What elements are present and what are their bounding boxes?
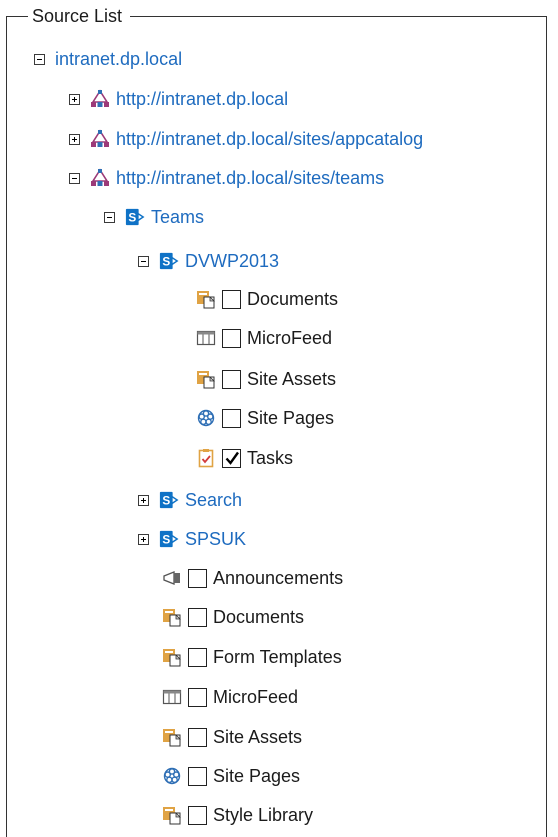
list-icon	[162, 687, 182, 707]
svg-text:S: S	[128, 211, 136, 225]
list-item-label: Site Pages	[247, 407, 335, 428]
expand-toggle-icon[interactable]	[138, 533, 149, 545]
list-item-label: Site Assets	[247, 368, 337, 389]
list-item-label: MicroFeed	[213, 686, 299, 707]
list-item-site-pages[interactable]: Site Pages	[196, 403, 334, 433]
checkmark-icon	[225, 451, 239, 465]
tree-node-label[interactable]: intranet.dp.local	[55, 49, 182, 70]
tree-node-label[interactable]: Teams	[151, 207, 204, 228]
list-item-label: Site Pages	[213, 765, 301, 786]
list-item-microfeed[interactable]: MicroFeed	[196, 323, 332, 353]
list-item-form-templates[interactable]: Form Templates	[162, 642, 342, 672]
list-item-label: Site Assets	[213, 726, 303, 747]
expand-toggle-icon[interactable]	[69, 93, 80, 105]
collapse-toggle-icon[interactable]	[104, 211, 115, 223]
list-checkbox[interactable]	[222, 328, 241, 348]
fieldset-border-left	[6, 16, 7, 837]
list-item-label: Tasks	[247, 447, 294, 468]
list-checkbox[interactable]	[188, 647, 207, 667]
document-library-icon	[162, 647, 182, 667]
tree-node-site-search[interactable]: S Search	[138, 485, 242, 515]
list-checkbox[interactable]	[188, 766, 207, 786]
sharepoint-site-icon: S	[125, 207, 145, 227]
list-item-label: Style Library	[213, 804, 314, 825]
tree-node-label[interactable]: DVWP2013	[185, 251, 279, 272]
sharepoint-site-icon: S	[159, 251, 179, 271]
list-checkbox[interactable]	[222, 289, 241, 309]
list-item-label: MicroFeed	[247, 327, 333, 348]
site-collection-icon	[90, 168, 110, 188]
tree-node-site-teams[interactable]: S Teams	[104, 202, 204, 232]
document-library-icon	[162, 607, 182, 627]
fieldset-border-top-left	[6, 16, 28, 17]
tasks-icon	[196, 448, 216, 468]
svg-text:S: S	[162, 494, 170, 508]
list-item-site-assets[interactable]: Site Assets	[162, 722, 302, 752]
list-icon	[196, 328, 216, 348]
list-item-site-pages[interactable]: Site Pages	[162, 761, 300, 791]
list-item-label: Documents	[213, 606, 305, 627]
tree-node-label[interactable]: Search	[185, 490, 242, 511]
list-checkbox[interactable]	[222, 369, 241, 389]
fieldset-border-right	[546, 16, 547, 837]
list-checkbox[interactable]	[188, 687, 207, 707]
list-checkbox[interactable]	[188, 607, 207, 627]
wiki-pages-icon	[162, 766, 182, 786]
sharepoint-site-icon: S	[159, 490, 179, 510]
tree-node-site-spsuk[interactable]: S SPSUK	[138, 524, 246, 554]
document-library-icon	[196, 369, 216, 389]
svg-text:S: S	[162, 255, 170, 269]
tree-node-label[interactable]: http://intranet.dp.local/sites/appcatalo…	[116, 129, 423, 150]
source-list-fieldset: Source List intranet.dp.local http://int…	[0, 0, 558, 837]
tree-node-label[interactable]: SPSUK	[185, 529, 246, 550]
collapse-toggle-icon[interactable]	[69, 172, 80, 184]
tree-node-webapp-appcatalog[interactable]: http://intranet.dp.local/sites/appcatalo…	[69, 124, 423, 154]
list-checkbox[interactable]	[222, 408, 241, 428]
tree-node-webapp-root[interactable]: http://intranet.dp.local	[69, 84, 288, 114]
list-checkbox[interactable]	[188, 568, 207, 588]
list-item-site-assets[interactable]: Site Assets	[196, 364, 336, 394]
list-item-documents[interactable]: Documents	[162, 602, 304, 632]
list-item-label: Form Templates	[213, 646, 342, 667]
expand-toggle-icon[interactable]	[69, 133, 80, 145]
fieldset-border-top-right	[130, 16, 546, 17]
list-item-announcements[interactable]: Announcements	[162, 563, 343, 593]
announcements-icon	[162, 568, 182, 588]
tree-node-site-dvwp2013[interactable]: S DVWP2013	[138, 246, 279, 276]
site-collection-icon	[90, 129, 110, 149]
document-library-icon	[162, 727, 182, 747]
list-checkbox[interactable]	[188, 727, 207, 747]
tree-node-label[interactable]: http://intranet.dp.local/sites/teams	[116, 168, 384, 189]
list-item-microfeed[interactable]: MicroFeed	[162, 682, 298, 712]
list-item-tasks[interactable]: Tasks	[196, 443, 293, 473]
wiki-pages-icon	[196, 408, 216, 428]
sharepoint-site-icon: S	[159, 529, 179, 549]
collapse-toggle-icon[interactable]	[34, 53, 45, 65]
list-checkbox[interactable]	[188, 805, 207, 825]
list-item-label: Documents	[247, 288, 339, 309]
collapse-toggle-icon[interactable]	[138, 255, 149, 267]
fieldset-legend: Source List	[30, 6, 125, 26]
tree-node-root[interactable]: intranet.dp.local	[34, 44, 182, 74]
list-item-label: Announcements	[213, 567, 344, 588]
svg-text:S: S	[162, 533, 170, 547]
list-item-style-library[interactable]: Style Library	[162, 800, 313, 830]
list-checkbox-checked[interactable]	[222, 448, 241, 468]
document-library-icon	[196, 289, 216, 309]
tree-node-webapp-teams[interactable]: http://intranet.dp.local/sites/teams	[69, 163, 384, 193]
expand-toggle-icon[interactable]	[138, 494, 149, 506]
site-collection-icon	[90, 89, 110, 109]
list-item-documents[interactable]: Documents	[196, 284, 338, 314]
document-library-icon	[162, 805, 182, 825]
tree-node-label[interactable]: http://intranet.dp.local	[116, 89, 288, 110]
